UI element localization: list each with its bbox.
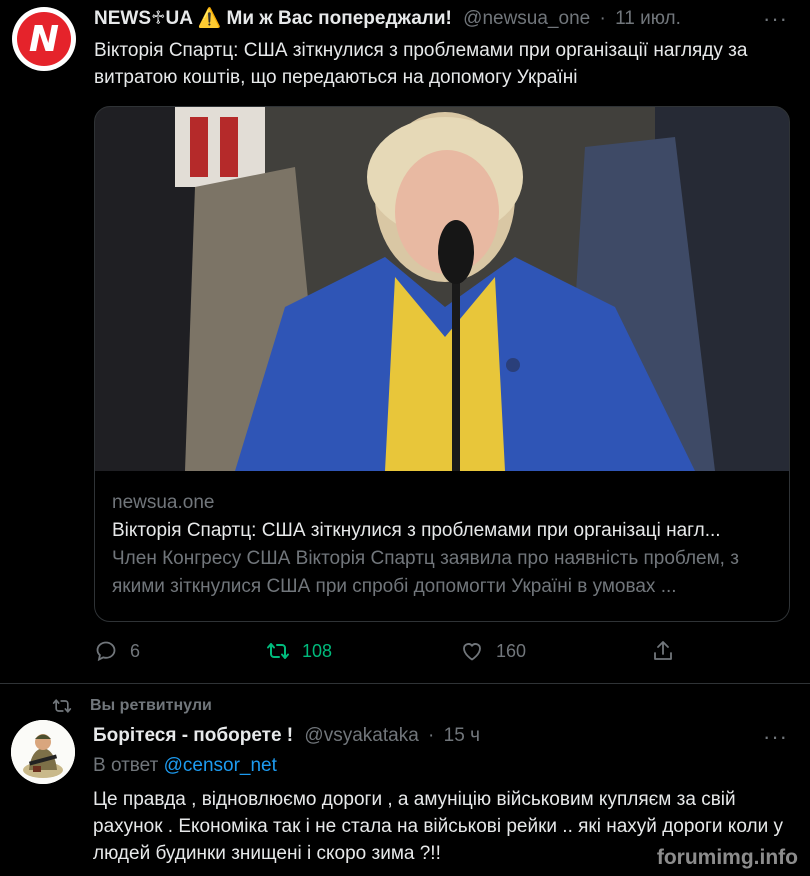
retweet-count: 108 bbox=[302, 640, 333, 661]
retweet-notice: Вы ретвитнули bbox=[52, 696, 212, 716]
reply-context: В ответ @censor_net bbox=[93, 755, 277, 777]
separator-dot: · bbox=[599, 8, 606, 29]
heart-icon bbox=[463, 643, 481, 661]
author-name[interactable]: NEWS♱UA ⚠️ Ми ж Вас попереджали! bbox=[94, 8, 452, 29]
avatar[interactable] bbox=[11, 720, 75, 784]
tweet-header: Борітеся - поборете ! @vsyakataka · 15 ч bbox=[93, 725, 480, 747]
like-count: 160 bbox=[496, 640, 527, 661]
like-button[interactable]: 160 bbox=[460, 639, 526, 663]
tweet-time[interactable]: 11 июл. bbox=[615, 8, 681, 29]
more-options-icon[interactable]: ··· bbox=[763, 724, 788, 750]
reply-icon bbox=[96, 641, 116, 662]
retweet-icon bbox=[267, 643, 289, 659]
card-image bbox=[95, 107, 789, 471]
retweet-button[interactable]: 108 bbox=[266, 639, 332, 663]
avatar[interactable]: N bbox=[12, 7, 76, 71]
author-name[interactable]: Борітеся - поборете ! bbox=[93, 725, 293, 746]
reply-button[interactable]: 6 bbox=[94, 639, 140, 663]
reply-to-link[interactable]: @censor_net bbox=[164, 755, 277, 776]
tweet-text: Вікторія Спартц: США зіткнулися з пробле… bbox=[94, 40, 748, 88]
soldier-avatar-image bbox=[11, 720, 75, 784]
share-button[interactable] bbox=[651, 639, 675, 663]
card-title: Вікторія Спартц: США зіткнулися з пробле… bbox=[112, 520, 721, 541]
retweet-icon bbox=[52, 699, 72, 713]
watermark: forumimg.info bbox=[656, 846, 798, 869]
tweet-header: NEWS♱UA ⚠️ Ми ж Вас попереджали! @newsua… bbox=[94, 6, 681, 30]
link-card[interactable]: newsua.one Вікторія Спартц: США зіткнули… bbox=[94, 106, 790, 622]
tweet-time[interactable]: 15 ч bbox=[444, 725, 480, 746]
card-description: Член Конгресу США Вікторія Спартц заявил… bbox=[112, 548, 739, 597]
reply-prefix: В ответ bbox=[93, 755, 159, 776]
author-handle[interactable]: @vsyakataka bbox=[304, 725, 418, 746]
retweet-notice-label: Вы ретвитнули bbox=[90, 697, 212, 714]
author-handle[interactable]: @newsua_one bbox=[463, 8, 590, 29]
share-icon bbox=[654, 641, 672, 660]
divider bbox=[0, 683, 810, 684]
more-options-icon[interactable]: ··· bbox=[763, 6, 788, 32]
reply-count: 6 bbox=[130, 640, 141, 661]
tweet-actions: 6 108 160 bbox=[94, 639, 694, 667]
card-domain: newsua.one bbox=[112, 492, 215, 513]
separator-dot: · bbox=[428, 725, 435, 746]
newsua-logo: N bbox=[17, 12, 71, 66]
